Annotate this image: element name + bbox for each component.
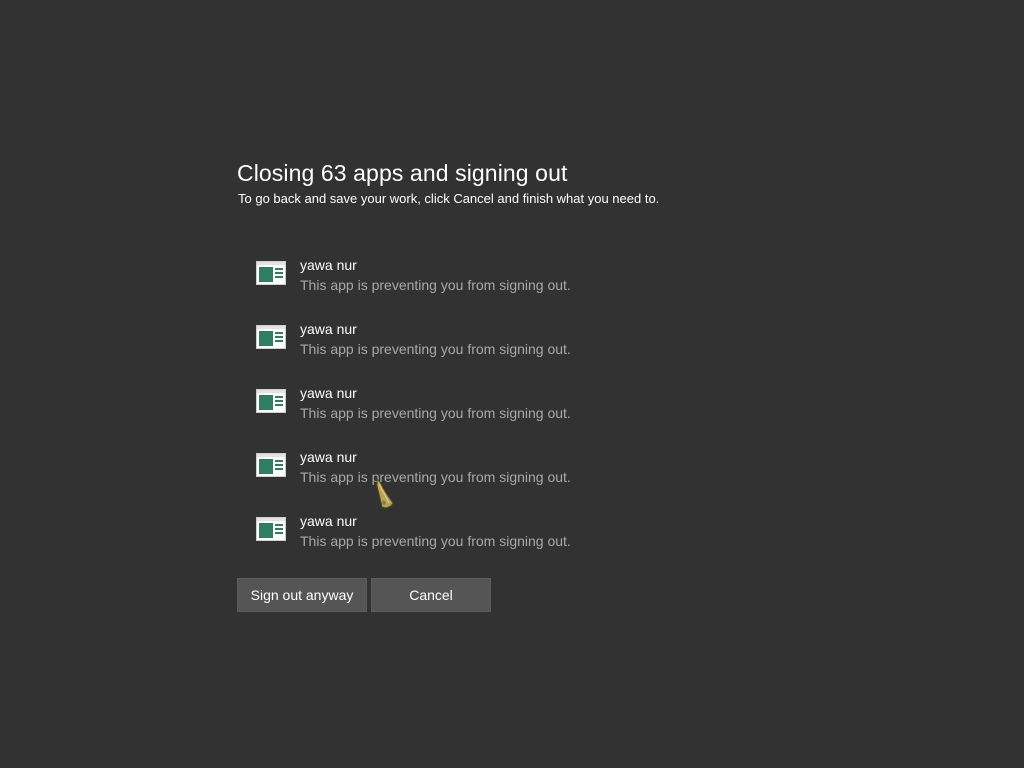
cancel-button[interactable]: Cancel bbox=[371, 578, 491, 612]
app-status: This app is preventing you from signing … bbox=[300, 277, 571, 293]
app-name: yawa nur bbox=[300, 385, 357, 401]
dialog-buttons: Sign out anyway Cancel bbox=[237, 578, 491, 612]
mouse-cursor-icon bbox=[376, 478, 394, 509]
list-item: yawa nur This app is preventing you from… bbox=[256, 256, 797, 320]
sign-out-screen: Closing 63 apps and signing out To go ba… bbox=[0, 0, 1024, 768]
app-name: yawa nur bbox=[300, 513, 357, 529]
app-status: This app is preventing you from signing … bbox=[300, 469, 571, 485]
blocking-app-list: yawa nur This app is preventing you from… bbox=[256, 256, 797, 576]
app-name: yawa nur bbox=[300, 257, 357, 273]
app-name: yawa nur bbox=[300, 449, 357, 465]
app-window-icon bbox=[256, 517, 286, 541]
list-item: yawa nur This app is preventing you from… bbox=[256, 384, 797, 448]
app-status: This app is preventing you from signing … bbox=[300, 533, 571, 549]
list-item: yawa nur This app is preventing you from… bbox=[256, 448, 797, 512]
dialog-title: Closing 63 apps and signing out bbox=[237, 160, 568, 186]
list-item: yawa nur This app is preventing you from… bbox=[256, 512, 797, 576]
app-window-icon bbox=[256, 325, 286, 349]
list-item: yawa nur This app is preventing you from… bbox=[256, 320, 797, 384]
app-name: yawa nur bbox=[300, 321, 357, 337]
app-window-icon bbox=[256, 453, 286, 477]
app-status: This app is preventing you from signing … bbox=[300, 341, 571, 357]
app-status: This app is preventing you from signing … bbox=[300, 405, 571, 421]
sign-out-anyway-button[interactable]: Sign out anyway bbox=[237, 578, 367, 612]
dialog-subtitle: To go back and save your work, click Can… bbox=[238, 191, 660, 206]
app-window-icon bbox=[256, 261, 286, 285]
sign-out-dialog: Closing 63 apps and signing out To go ba… bbox=[237, 158, 797, 576]
app-window-icon bbox=[256, 389, 286, 413]
